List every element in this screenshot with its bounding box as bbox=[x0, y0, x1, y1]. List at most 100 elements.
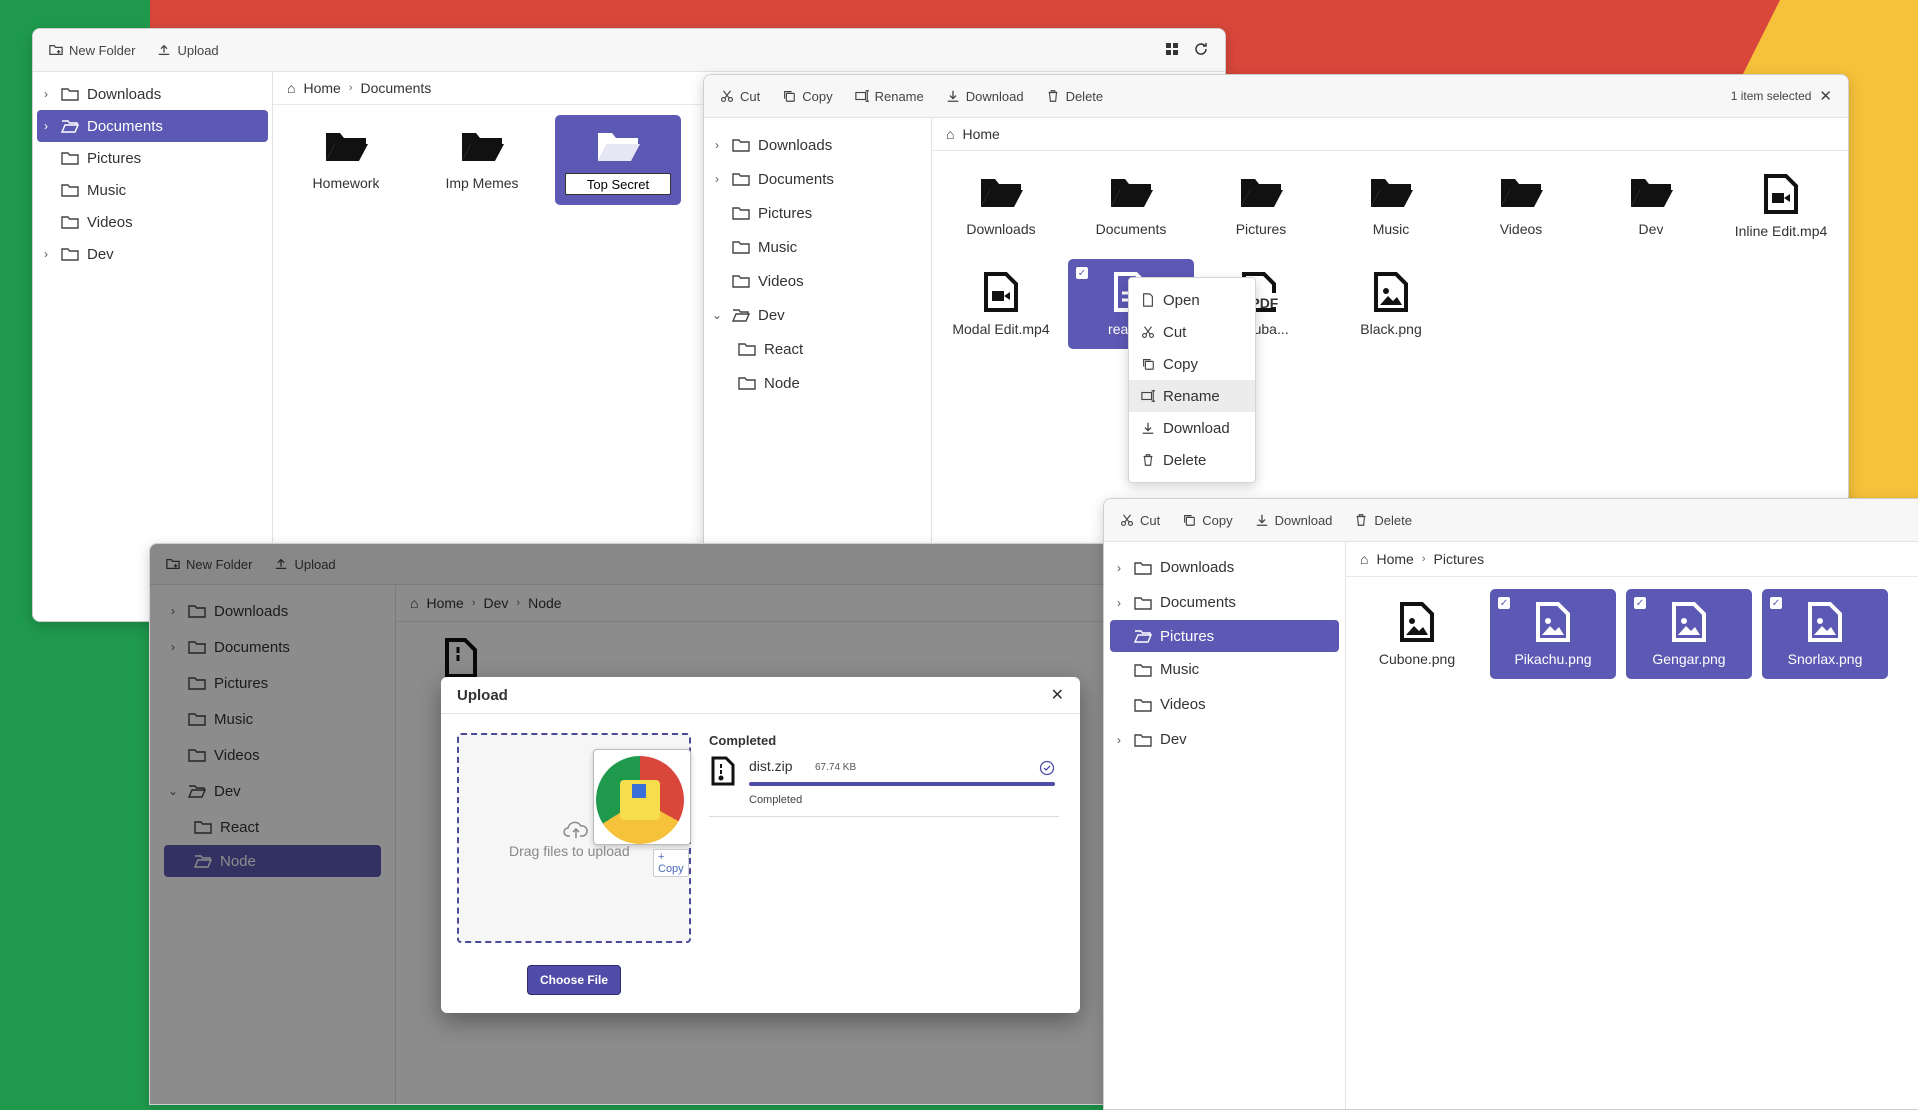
image-file-icon bbox=[1808, 602, 1842, 642]
file-item[interactable]: Modal Edit.mp4 bbox=[938, 259, 1064, 349]
rename-button[interactable]: Rename bbox=[854, 89, 924, 104]
checkbox-checked[interactable]: ✓ bbox=[1498, 597, 1510, 609]
file-manager-pictures: Cut Copy Download Delete › Downloads › Doc… bbox=[1103, 498, 1918, 1110]
context-open[interactable]: Open bbox=[1129, 284, 1255, 316]
sidebar-item-documents[interactable]: › Documents bbox=[37, 110, 268, 142]
breadcrumb-pictures[interactable]: Pictures bbox=[1434, 551, 1485, 567]
new-folder-button[interactable]: New Folder bbox=[49, 43, 135, 58]
file-item[interactable]: Inline Edit.mp4 bbox=[1718, 161, 1844, 251]
sidebar-item-videos[interactable]: Videos bbox=[1110, 687, 1339, 722]
copy-button[interactable]: Copy bbox=[782, 89, 833, 104]
breadcrumb-home[interactable]: Home bbox=[962, 126, 999, 142]
folder-open-icon bbox=[1134, 630, 1152, 643]
context-delete[interactable]: Delete bbox=[1129, 444, 1255, 476]
trash-icon bbox=[1357, 514, 1366, 526]
image-item-selected[interactable]: ✓ Pikachu.png bbox=[1490, 589, 1616, 679]
chevron-down-icon[interactable]: ⌄ bbox=[708, 308, 726, 322]
chevron-right-icon[interactable]: › bbox=[1110, 561, 1128, 575]
folder-item[interactable]: Documents bbox=[1068, 161, 1194, 251]
context-download[interactable]: Download bbox=[1129, 412, 1255, 444]
rename-input[interactable] bbox=[565, 173, 671, 195]
folder-icon bbox=[598, 133, 640, 161]
cut-button[interactable]: Cut bbox=[1120, 513, 1160, 528]
context-copy[interactable]: Copy bbox=[1129, 348, 1255, 380]
chevron-right-icon[interactable]: › bbox=[37, 87, 55, 101]
sidebar-item-pictures[interactable]: Pictures bbox=[708, 196, 927, 230]
cut-button[interactable]: Cut bbox=[720, 89, 760, 104]
chevron-right-icon[interactable]: › bbox=[708, 138, 726, 152]
checkbox-checked[interactable]: ✓ bbox=[1076, 267, 1088, 279]
breadcrumb-home[interactable]: Home bbox=[1376, 551, 1413, 567]
sidebar-item-videos[interactable]: Videos bbox=[37, 206, 268, 238]
sidebar-item-dev[interactable]: › Dev bbox=[37, 238, 268, 270]
chevron-right-icon[interactable]: › bbox=[1110, 733, 1128, 747]
sidebar-item-dev[interactable]: ⌄ Dev bbox=[708, 298, 927, 332]
image-file-icon bbox=[1400, 602, 1434, 642]
folder-icon bbox=[1134, 698, 1152, 712]
checkbox-checked[interactable]: ✓ bbox=[1770, 597, 1782, 609]
sidebar-item-downloads[interactable]: › Downloads bbox=[1110, 550, 1339, 585]
folder-icon bbox=[1134, 733, 1152, 747]
folder-icon bbox=[1134, 596, 1152, 610]
chevron-right-icon[interactable]: › bbox=[37, 119, 55, 133]
toolbar: New Folder Upload bbox=[33, 29, 1225, 72]
sidebar-item-pictures[interactable]: Pictures bbox=[1110, 620, 1339, 652]
dragged-file-preview bbox=[593, 749, 691, 845]
delete-button[interactable]: Delete bbox=[1354, 513, 1412, 528]
folder-item-renaming[interactable] bbox=[555, 115, 681, 205]
image-item[interactable]: Cubone.png bbox=[1354, 589, 1480, 679]
sidebar-item-music[interactable]: Music bbox=[708, 230, 927, 264]
image-file-icon bbox=[1536, 602, 1570, 642]
folder-item[interactable]: Dev bbox=[1588, 161, 1714, 251]
folder-item[interactable]: Downloads bbox=[938, 161, 1064, 251]
delete-button[interactable]: Delete bbox=[1046, 89, 1103, 104]
chevron-right-icon[interactable]: › bbox=[1110, 596, 1128, 610]
zip-file-icon bbox=[711, 756, 735, 786]
folder-icon bbox=[981, 179, 1023, 207]
breadcrumb-documents[interactable]: Documents bbox=[361, 80, 432, 96]
checkbox-checked[interactable]: ✓ bbox=[1634, 597, 1646, 609]
sidebar-item-downloads[interactable]: › Downloads bbox=[37, 78, 268, 110]
close-icon[interactable]: ✕ bbox=[1051, 685, 1064, 705]
drop-zone[interactable]: Drag files to upload + Copy bbox=[457, 733, 691, 943]
scissors-icon bbox=[1121, 514, 1133, 526]
sidebar-item-dev[interactable]: › Dev bbox=[1110, 722, 1339, 757]
choose-file-button[interactable]: Choose File bbox=[527, 965, 621, 995]
sidebar-item-node[interactable]: Node bbox=[708, 366, 927, 400]
context-cut[interactable]: Cut bbox=[1129, 316, 1255, 348]
folder-item[interactable]: Homework bbox=[283, 115, 409, 205]
copy-button[interactable]: Copy bbox=[1182, 513, 1233, 528]
sidebar-item-videos[interactable]: Videos bbox=[708, 264, 927, 298]
context-rename[interactable]: Rename bbox=[1129, 380, 1255, 412]
sidebar-item-music[interactable]: Music bbox=[37, 174, 268, 206]
sidebar-item-music[interactable]: Music bbox=[1110, 652, 1339, 687]
upload-button[interactable]: Upload bbox=[157, 43, 219, 58]
clear-selection-icon[interactable]: ✕ bbox=[1819, 87, 1832, 105]
image-item-selected[interactable]: ✓ Snorlax.png bbox=[1762, 589, 1888, 679]
folder-item[interactable]: Pictures bbox=[1198, 161, 1324, 251]
chevron-right-icon[interactable]: › bbox=[37, 247, 55, 261]
folder-icon bbox=[1241, 179, 1283, 207]
upload-section-title: Completed bbox=[709, 733, 777, 748]
folder-item[interactable]: Music bbox=[1328, 161, 1454, 251]
folder-item[interactable]: Videos bbox=[1458, 161, 1584, 251]
breadcrumb-home[interactable]: Home bbox=[303, 80, 340, 96]
folder-item[interactable]: Imp Memes bbox=[419, 115, 545, 205]
sidebar-item-documents[interactable]: › Documents bbox=[708, 162, 927, 196]
download-button[interactable]: Download bbox=[946, 89, 1024, 104]
sidebar-item-pictures[interactable]: Pictures bbox=[37, 142, 268, 174]
context-menu: Open Cut Copy Rename Download Delete bbox=[1128, 277, 1256, 483]
download-button[interactable]: Download bbox=[1255, 513, 1332, 528]
refresh-icon[interactable] bbox=[1193, 41, 1209, 60]
sidebar-item-downloads[interactable]: › Downloads bbox=[708, 128, 927, 162]
download-icon bbox=[1256, 514, 1267, 526]
grid-view-icon[interactable] bbox=[1165, 42, 1179, 59]
trash-icon bbox=[1048, 90, 1057, 102]
sidebar-item-documents[interactable]: › Documents bbox=[1110, 585, 1339, 620]
file-item[interactable]: Black.png bbox=[1328, 259, 1454, 349]
sidebar-item-react[interactable]: React bbox=[708, 332, 927, 366]
chevron-right-icon[interactable]: › bbox=[708, 172, 726, 186]
modal-header: Upload ✕ bbox=[441, 677, 1080, 714]
folder-icon bbox=[732, 173, 750, 186]
image-item-selected[interactable]: ✓ Gengar.png bbox=[1626, 589, 1752, 679]
